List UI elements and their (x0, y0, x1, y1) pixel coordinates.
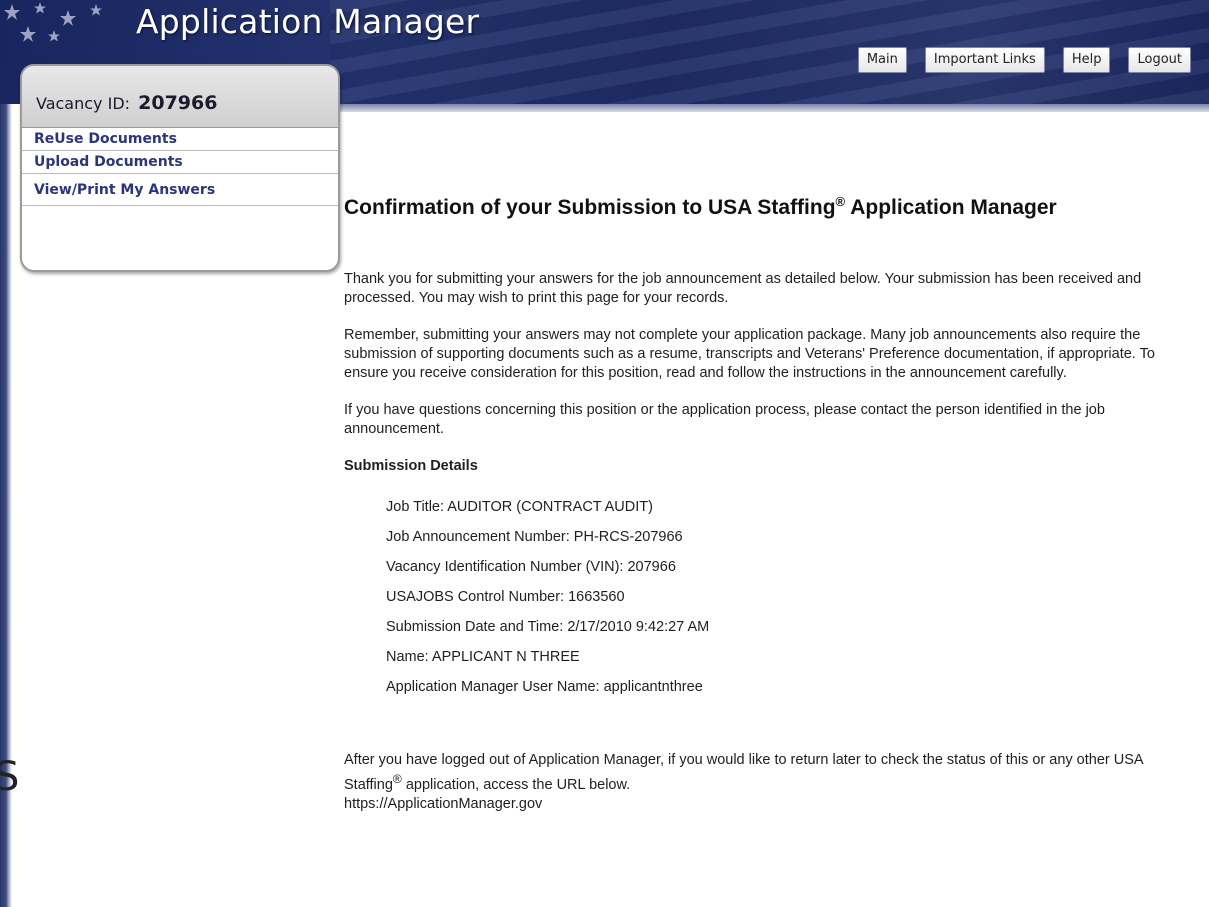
vacancy-id-box: Vacancy ID: 207966 (22, 66, 338, 128)
main-button[interactable]: Main (857, 47, 907, 73)
return-paragraph: After you have logged out of Application… (344, 752, 1143, 812)
questions-paragraph: If you have questions concerning this po… (344, 402, 1105, 437)
detail-name: Name: APPLICANT N THREE (386, 649, 580, 665)
page-title: Confirmation of your Submission to USA S… (344, 194, 1057, 219)
edge-glyph: S (0, 754, 20, 800)
sidebar-panel: Vacancy ID: 207966 ReUse Documents Uploa… (20, 64, 340, 272)
detail-vin: Vacancy Identification Number (VIN): 207… (386, 559, 676, 575)
vacancy-id-value: 207966 (138, 92, 218, 114)
top-nav: Main Important Links Help Logout (857, 47, 1191, 73)
sidebar-item-reuse-documents[interactable]: ReUse Documents (22, 128, 338, 151)
submission-details-heading: Submission Details (344, 458, 478, 474)
intro-paragraph: Thank you for submitting your answers fo… (344, 271, 1142, 306)
main-content: Confirmation of your Submission to USA S… (344, 188, 1202, 832)
application-manager-url[interactable]: https://ApplicationManager.gov (344, 796, 542, 812)
stars-icon (4, 2, 102, 42)
vacancy-id-label: Vacancy ID: (36, 94, 131, 113)
detail-user-name: Application Manager User Name: applicant… (386, 679, 703, 695)
detail-usajobs-control-number: USAJOBS Control Number: 1663560 (386, 589, 625, 605)
submission-details-list: Job Title: AUDITOR (CONTRACT AUDIT) Job … (386, 498, 1202, 708)
logout-button[interactable]: Logout (1128, 47, 1191, 73)
sidebar-item-upload-documents[interactable]: Upload Documents (22, 151, 338, 174)
help-button[interactable]: Help (1062, 47, 1111, 73)
app-title: Application Manager (136, 2, 480, 41)
sidebar-links: ReUse Documents Upload Documents View/Pr… (22, 128, 338, 206)
important-links-button[interactable]: Important Links (924, 47, 1045, 73)
detail-announcement-number: Job Announcement Number: PH-RCS-207966 (386, 529, 683, 545)
detail-job-title: Job Title: AUDITOR (CONTRACT AUDIT) (386, 499, 653, 515)
detail-submission-date: Submission Date and Time: 2/17/2010 9:42… (386, 619, 710, 635)
sidebar-item-view-print-answers[interactable]: View/Print My Answers (22, 174, 338, 206)
header-bottom-shadow (330, 104, 1209, 112)
reminder-paragraph: Remember, submitting your answers may no… (344, 327, 1155, 381)
